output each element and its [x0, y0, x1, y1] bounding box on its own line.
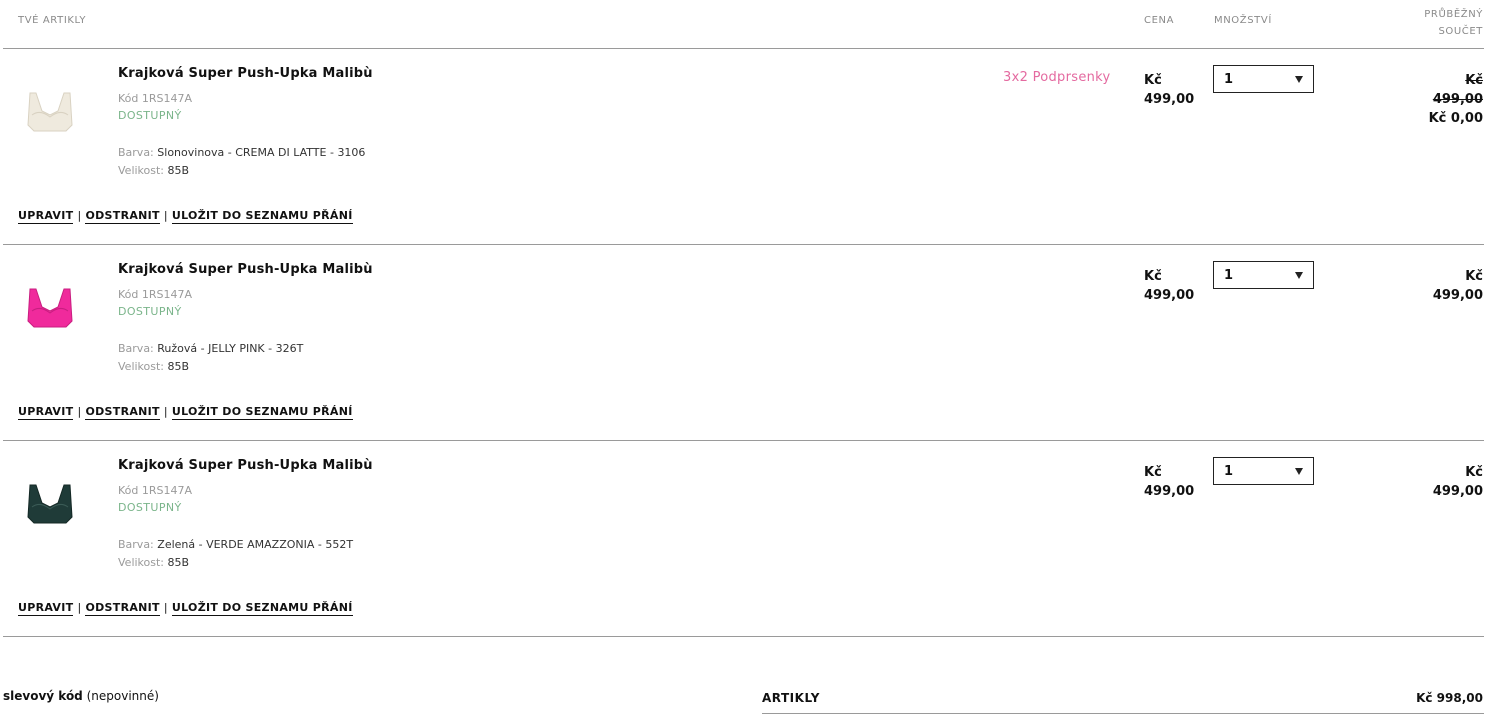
summary-items-value: Kč 998,00	[1416, 691, 1483, 705]
product-color: Barva: Ružová - JELLY PINK - 326T	[118, 342, 303, 355]
color-value: Slonovinova - CREMA DI LATTE - 3106	[157, 146, 366, 159]
cart-item: Krajková Super Push-Upka Malibù Kód 1RS1…	[0, 441, 1502, 637]
discount-code-label: slevový kód	[3, 689, 83, 703]
edit-link[interactable]: UPRAVIT	[18, 405, 74, 420]
total-amount: 499,00	[1432, 484, 1483, 499]
item-actions: UPRAVIT | ODSTRANIT | ULOŽIT DO SEZNAMU PŘÁN…	[18, 601, 353, 616]
product-name[interactable]: Krajková Super Push-Upka Malibù	[118, 458, 373, 473]
availability-status: DOSTUPNÝ	[118, 305, 182, 318]
price-currency: Kč	[1144, 269, 1162, 284]
quantity-select[interactable]: 1	[1213, 457, 1314, 485]
size-value: 85B	[167, 360, 190, 373]
quantity-value: 1	[1224, 464, 1234, 479]
header-subtotal-line2: SOUČET	[1438, 26, 1483, 37]
product-color: Barva: Slonovinova - CREMA DI LATTE - 31…	[118, 146, 365, 159]
original-total-currency: Kč	[1465, 73, 1483, 88]
product-code: Kód 1RS147A	[118, 92, 193, 105]
color-label: Barva:	[118, 538, 154, 551]
line-subtotal: Kč 499,00 Kč 0,00	[1429, 71, 1483, 128]
separator: |	[77, 209, 82, 222]
header-quantity: MNOŽSTVÍ	[1214, 15, 1272, 26]
line-subtotal: Kč 499,00	[1433, 267, 1483, 305]
quantity-value: 1	[1224, 72, 1234, 87]
header-subtotal: PRŮBĚŽNÝ SOUČET	[1424, 6, 1483, 40]
product-size: Velikost: 85B	[118, 556, 189, 569]
item-divider	[3, 636, 1484, 637]
product-size: Velikost: 85B	[118, 164, 189, 177]
price-currency: Kč	[1144, 73, 1162, 88]
save-to-wishlist-link[interactable]: ULOŽIT DO SEZNAMU PŘÁNÍ	[171, 405, 353, 420]
product-code: Kód 1RS147A	[118, 288, 193, 301]
discount-code-optional: (nepovinné)	[86, 689, 159, 703]
promo-label: 3x2 Podprsenky	[1003, 70, 1111, 85]
separator: |	[77, 601, 82, 614]
size-label: Velikost:	[118, 360, 165, 373]
unit-price: Kč 499,00	[1144, 71, 1194, 109]
original-total-amount: 499,00	[1432, 92, 1483, 107]
edit-link[interactable]: UPRAVIT	[18, 601, 74, 616]
caret-down-icon	[1295, 76, 1303, 83]
total-amount: 499,00	[1432, 288, 1483, 303]
discounted-total: Kč 0,00	[1428, 111, 1483, 126]
header-price: CENA	[1144, 15, 1175, 26]
product-code: Kód 1RS147A	[118, 484, 193, 497]
caret-down-icon	[1295, 272, 1303, 279]
header-items: TVÉ ARTIKLY	[18, 15, 87, 26]
quantity-select[interactable]: 1	[1213, 65, 1314, 93]
product-name[interactable]: Krajková Super Push-Upka Malibù	[118, 66, 373, 81]
product-name[interactable]: Krajková Super Push-Upka Malibù	[118, 262, 373, 277]
total-currency: Kč	[1465, 465, 1483, 480]
save-to-wishlist-link[interactable]: ULOŽIT DO SEZNAMU PŘÁNÍ	[171, 209, 353, 224]
unit-price: Kč 499,00	[1144, 267, 1194, 305]
header-subtotal-line1: PRŮBĚŽNÝ	[1424, 9, 1483, 20]
quantity-value: 1	[1224, 268, 1234, 283]
cart-item: Krajková Super Push-Upka Malibù Kód 1RS1…	[0, 245, 1502, 441]
availability-status: DOSTUPNÝ	[118, 501, 182, 514]
price-amount: 499,00	[1144, 92, 1195, 107]
color-value: Ružová - JELLY PINK - 326T	[157, 342, 304, 355]
size-label: Velikost:	[118, 164, 165, 177]
size-label: Velikost:	[118, 556, 165, 569]
line-subtotal: Kč 499,00	[1433, 463, 1483, 501]
product-color: Barva: Zelená - VERDE AMAZZONIA - 552T	[118, 538, 353, 551]
caret-down-icon	[1295, 468, 1303, 475]
discount-code-toggle[interactable]: slevový kód (nepovinné)	[3, 689, 159, 703]
size-value: 85B	[167, 164, 190, 177]
color-value: Zelená - VERDE AMAZZONIA - 552T	[157, 538, 354, 551]
availability-status: DOSTUPNÝ	[118, 109, 182, 122]
product-size: Velikost: 85B	[118, 360, 189, 373]
unit-price: Kč 499,00	[1144, 463, 1194, 501]
separator: |	[77, 405, 82, 418]
separator: |	[163, 601, 168, 614]
total-currency: Kč	[1465, 269, 1483, 284]
remove-link[interactable]: ODSTRANIT	[85, 405, 160, 420]
price-amount: 499,00	[1144, 288, 1195, 303]
save-to-wishlist-link[interactable]: ULOŽIT DO SEZNAMU PŘÁNÍ	[171, 601, 353, 616]
quantity-select[interactable]: 1	[1213, 261, 1314, 289]
size-value: 85B	[167, 556, 190, 569]
product-thumbnail[interactable]	[22, 281, 78, 337]
product-thumbnail[interactable]	[22, 477, 78, 533]
color-label: Barva:	[118, 342, 154, 355]
edit-link[interactable]: UPRAVIT	[18, 209, 74, 224]
price-currency: Kč	[1144, 465, 1162, 480]
color-label: Barva:	[118, 146, 154, 159]
separator: |	[163, 209, 168, 222]
separator: |	[163, 405, 168, 418]
product-thumbnail[interactable]	[22, 85, 78, 141]
summary-divider	[762, 713, 1484, 714]
remove-link[interactable]: ODSTRANIT	[85, 209, 160, 224]
remove-link[interactable]: ODSTRANIT	[85, 601, 160, 616]
item-actions: UPRAVIT | ODSTRANIT | ULOŽIT DO SEZNAMU PŘÁN…	[18, 209, 353, 224]
item-actions: UPRAVIT | ODSTRANIT | ULOŽIT DO SEZNAMU PŘÁN…	[18, 405, 353, 420]
cart-item: Krajková Super Push-Upka Malibù Kód 1RS1…	[0, 49, 1502, 245]
price-amount: 499,00	[1144, 484, 1195, 499]
summary-items-label: ARTIKLY	[762, 691, 820, 705]
